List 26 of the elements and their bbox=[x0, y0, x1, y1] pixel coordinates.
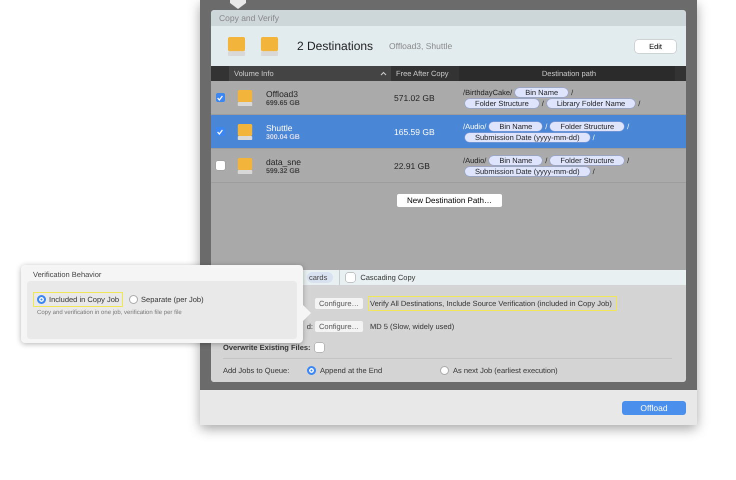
sort-caret-icon bbox=[380, 71, 387, 76]
chevron-icon bbox=[230, 0, 246, 9]
volume-name: Offload3 bbox=[266, 88, 299, 98]
drive-icon bbox=[237, 88, 253, 106]
destinations-title: 2 Destinations bbox=[297, 39, 374, 53]
checkbox[interactable] bbox=[216, 161, 224, 170]
checkbox[interactable] bbox=[216, 127, 224, 136]
checkbox[interactable] bbox=[346, 273, 356, 282]
free-space: 165.59 GB bbox=[393, 126, 435, 136]
radio-button[interactable] bbox=[129, 295, 138, 304]
drive-icon bbox=[260, 36, 279, 56]
drive-icon bbox=[237, 122, 253, 140]
panel-title: Copy and Verify bbox=[211, 10, 686, 26]
volume-name: Shuttle bbox=[266, 122, 294, 132]
radio-button[interactable] bbox=[37, 295, 46, 304]
free-space: 571.02 GB bbox=[393, 92, 435, 102]
radio-button[interactable] bbox=[440, 366, 449, 375]
destination-names: Offload3, Shuttle bbox=[389, 41, 452, 51]
free-space: 22.91 GB bbox=[393, 160, 430, 170]
checkbox[interactable] bbox=[216, 93, 224, 102]
drive-icon bbox=[237, 156, 253, 174]
new-destination-button[interactable]: New Destination Path… bbox=[397, 194, 502, 207]
radio-button[interactable] bbox=[307, 366, 316, 375]
volume-name: data_sne bbox=[266, 156, 301, 166]
checkbox[interactable] bbox=[314, 343, 324, 352]
drive-icon bbox=[227, 36, 246, 56]
